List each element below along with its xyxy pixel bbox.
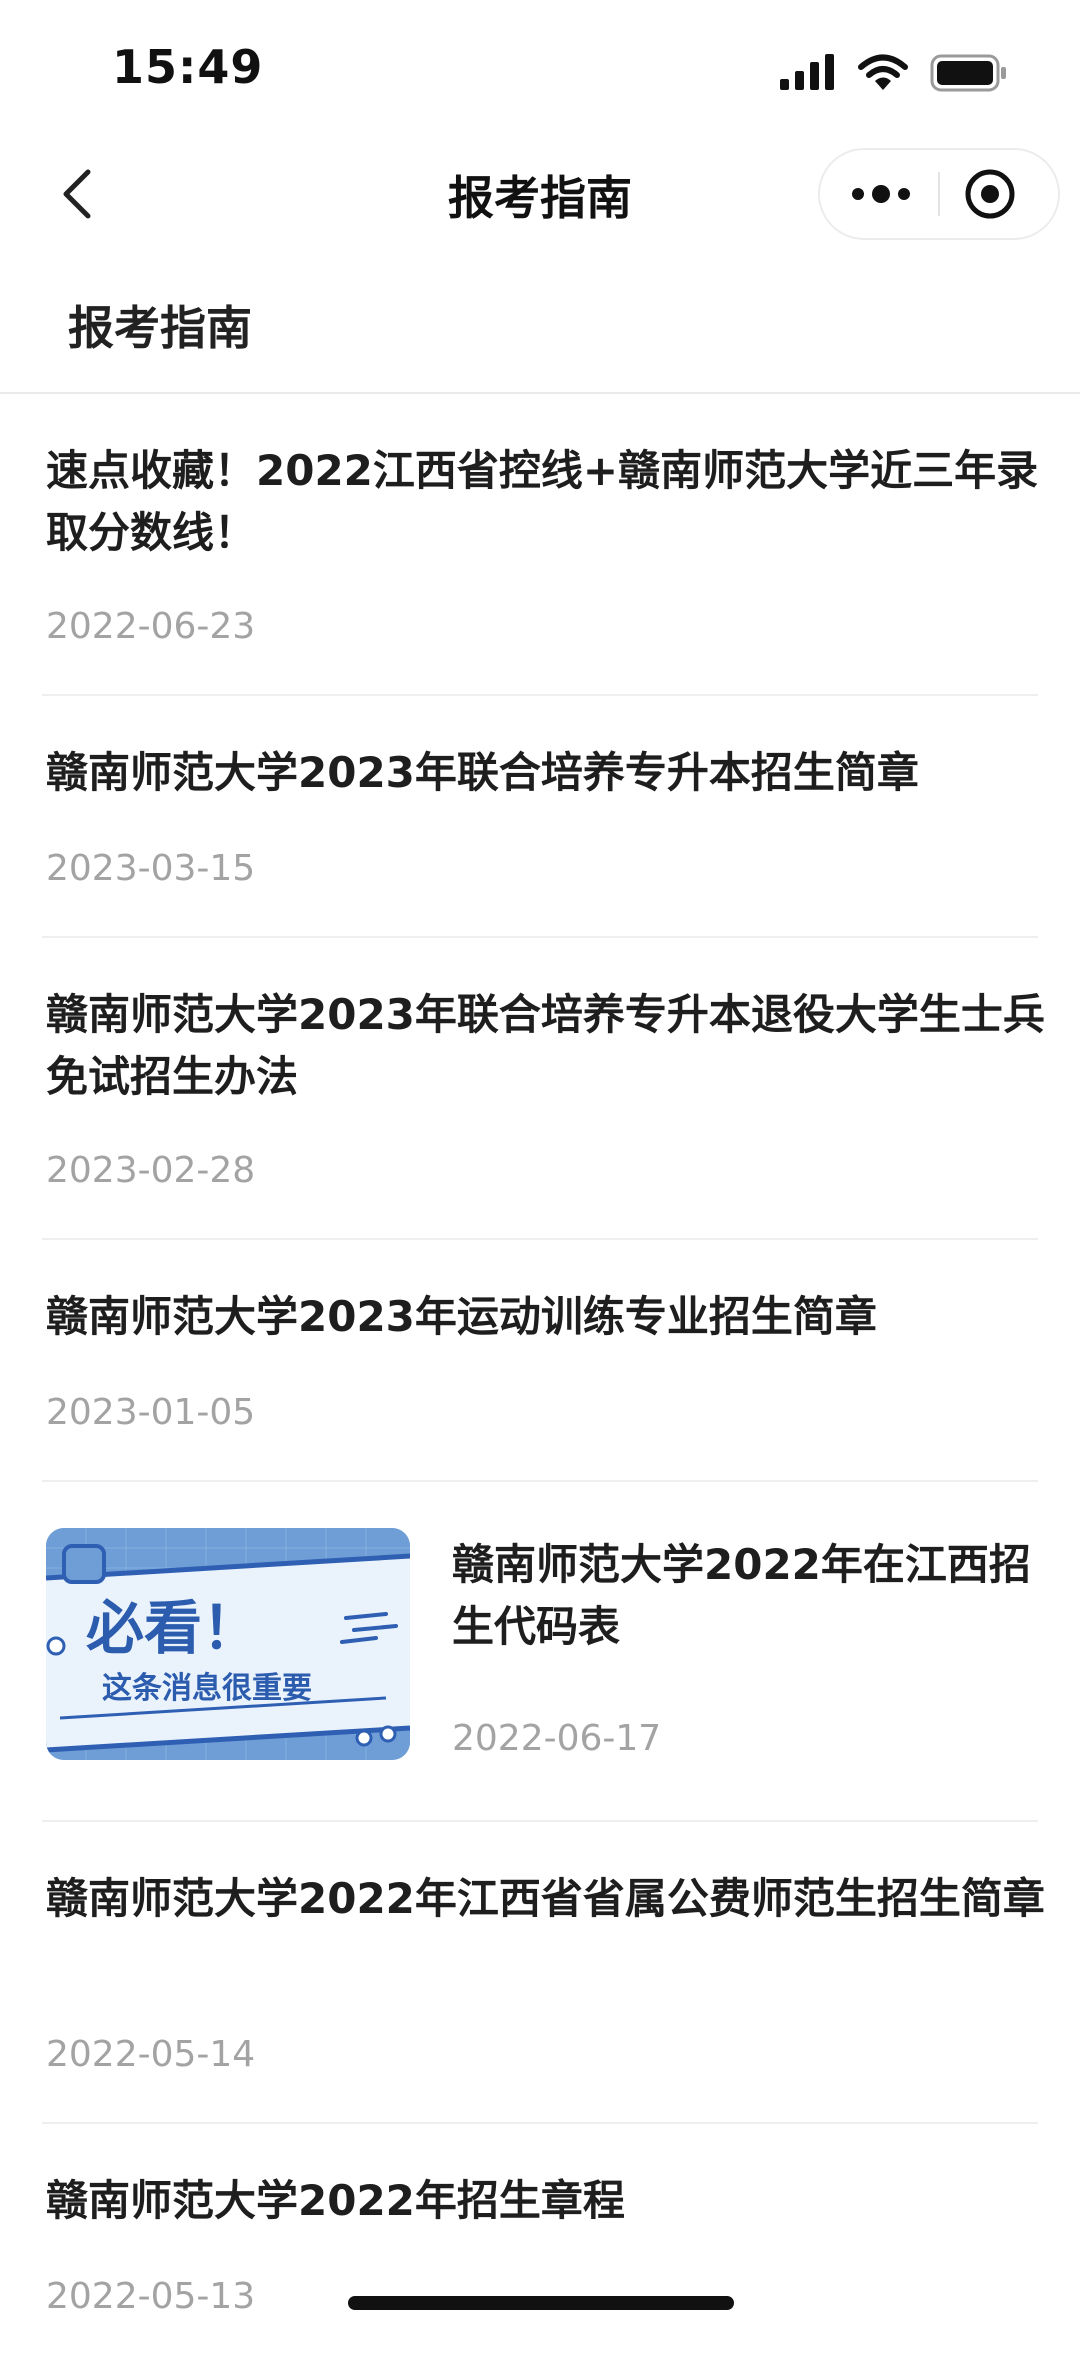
thumbnail-subline: 这条消息很重要 — [102, 1671, 312, 1706]
article-title: 赣南师范大学2022年招生章程 — [46, 2176, 625, 2225]
article-thumbnail: 必看！ 这条消息很重要 — [46, 1528, 410, 1760]
article-title: 赣南师范大学2023年运动训练专业招生简章 — [46, 1292, 877, 1341]
more-icon[interactable] — [848, 170, 914, 218]
article-date: 2022-05-13 — [46, 2276, 256, 2317]
status-time: 15:49 — [112, 40, 264, 94]
thumbnail-graphic: 必看！ 这条消息很重要 — [46, 1528, 410, 1760]
article-list: 速点收藏！2022江西省控线+赣南师范大学近三年录取分数线！ 2022-06-2… — [0, 394, 1080, 2364]
thumbnail-headline: 必看！ — [86, 1594, 260, 1662]
article-date: 2022-06-23 — [46, 606, 256, 647]
close-target-icon[interactable] — [962, 166, 1018, 222]
article-date: 2022-06-17 — [452, 1718, 662, 1759]
mini-program-capsule — [818, 148, 1060, 240]
home-indicator[interactable] — [348, 2296, 734, 2310]
section-title: 报考指南 — [68, 301, 252, 355]
article-item[interactable]: 赣南师范大学2023年运动训练专业招生简章 2023-01-05 — [42, 1240, 1038, 1482]
cellular-signal-icon — [780, 54, 834, 90]
battery-icon — [930, 54, 1006, 92]
article-title: 速点收藏！2022江西省控线+赣南师范大学近三年录取分数线！ — [46, 446, 1039, 557]
article-item[interactable]: 速点收藏！2022江西省控线+赣南师范大学近三年录取分数线！ 2022-06-2… — [42, 394, 1038, 696]
article-item[interactable]: 赣南师范大学2023年联合培养专升本招生简章 2023-03-15 — [42, 696, 1038, 938]
article-date: 2022-05-14 — [46, 2034, 256, 2075]
article-item-with-thumbnail[interactable]: 必看！ 这条消息很重要 赣南师范大学2022年在江西招生代码表 2022-06-… — [42, 1482, 1038, 1822]
status-icons — [780, 50, 1008, 96]
article-item[interactable]: 赣南师范大学2023年联合培养专升本退役大学生士兵免试招生办法 2023-02-… — [42, 938, 1045, 1240]
wifi-icon — [858, 54, 908, 90]
article-date: 2023-01-05 — [46, 1392, 256, 1433]
capsule-divider — [938, 172, 940, 216]
article-date: 2023-03-15 — [46, 848, 256, 889]
navigation-bar: 报考指南 — [0, 140, 1080, 250]
status-bar: 15:49 — [0, 0, 1080, 140]
article-title: 赣南师范大学2022年在江西招生代码表 — [452, 1540, 1031, 1651]
article-title: 赣南师范大学2023年联合培养专升本招生简章 — [46, 748, 919, 797]
article-item[interactable]: 赣南师范大学2022年江西省省属公费师范生招生简章 2022-05-14 — [42, 1822, 1045, 2124]
article-title: 赣南师范大学2023年联合培养专升本退役大学生士兵免试招生办法 — [46, 990, 1045, 1101]
article-item[interactable]: 赣南师范大学2022年招生章程 2022-05-13 — [42, 2124, 1038, 2364]
article-date: 2023-02-28 — [46, 1150, 256, 1191]
article-title: 赣南师范大学2022年江西省省属公费师范生招生简章 — [46, 1874, 1045, 1923]
